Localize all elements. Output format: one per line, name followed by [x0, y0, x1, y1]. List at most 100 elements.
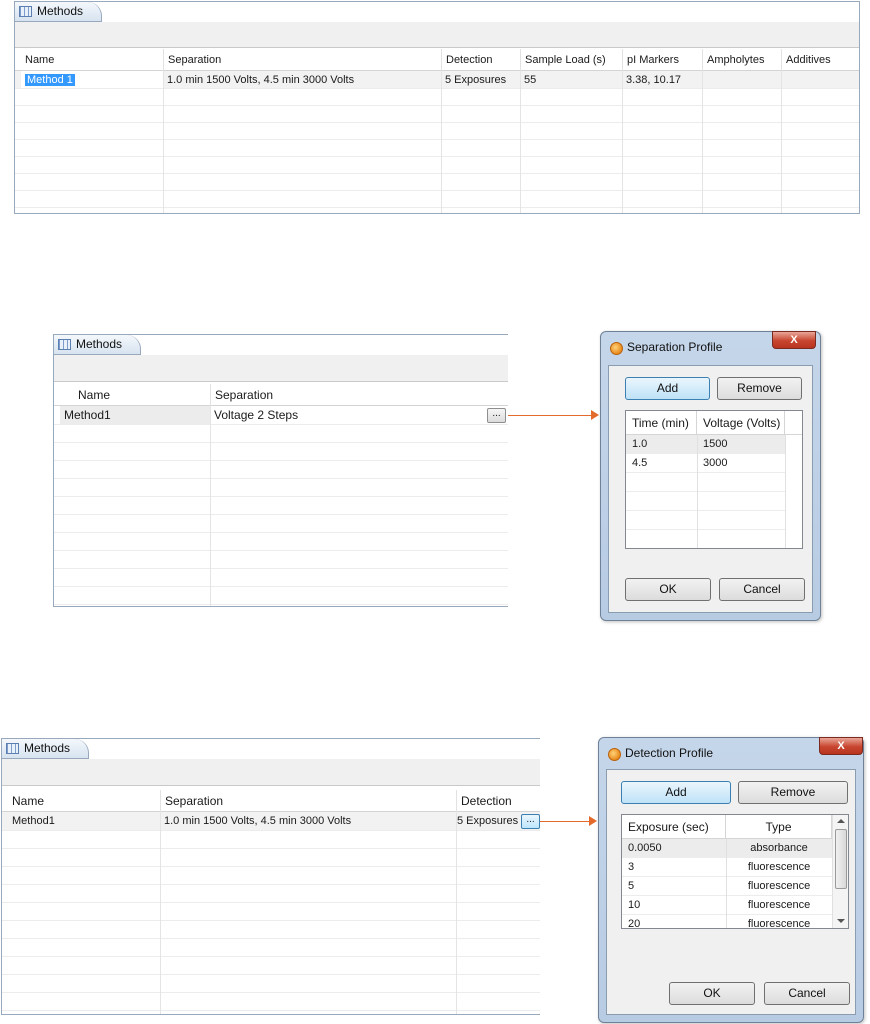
cell-exposure[interactable]: 20 [622, 915, 640, 928]
column-header-voltage[interactable]: Voltage (Volts) [697, 411, 785, 435]
methods-tab[interactable]: Methods [54, 335, 142, 355]
cell-sample-load[interactable]: 55 [520, 71, 622, 88]
table-row[interactable]: 20 fluorescence [622, 915, 832, 928]
remove-button[interactable]: Remove [738, 781, 848, 804]
cell-name[interactable]: Method1 [8, 812, 160, 830]
methods-tab-label: Methods [24, 741, 71, 755]
remove-button[interactable]: Remove [717, 377, 802, 400]
methods-tab-label: Methods [37, 4, 84, 18]
ellipsis-button[interactable]: ... [521, 814, 540, 829]
column-divider [163, 71, 164, 213]
column-header-exposure[interactable]: Exposure (sec) [622, 815, 726, 839]
scroll-up-icon[interactable] [837, 819, 845, 823]
dialog-title: Detection Profile [625, 746, 714, 760]
column-divider [702, 71, 703, 213]
cell-type[interactable]: fluorescence [726, 896, 832, 915]
cell-name[interactable]: Method1 [60, 406, 210, 424]
table-row[interactable]: 3 fluorescence [622, 858, 832, 877]
cell-time[interactable]: 4.5 [626, 454, 647, 473]
column-divider [781, 71, 782, 213]
methods-tab[interactable]: Methods [15, 2, 103, 22]
column-divider [697, 435, 698, 548]
cell-detection[interactable]: 5 Exposures [441, 71, 520, 88]
table-row[interactable]: 4.5 3000 [626, 454, 785, 473]
dialog-body: Add Remove Time (min) Voltage (Volts) 1.… [608, 365, 813, 613]
cell-voltage[interactable]: 3000 [697, 454, 727, 473]
cell-exposure[interactable]: 10 [622, 896, 640, 915]
detection-profile-dialog: Detection Profile X Add Remove Exposure … [598, 737, 864, 1023]
cell-additives[interactable] [781, 71, 859, 88]
column-header-additives[interactable]: Additives [781, 49, 859, 71]
column-header-separation[interactable]: Separation [210, 384, 508, 406]
table-row[interactable]: 0.0050 absorbance [622, 839, 832, 858]
grid-icon [58, 339, 71, 350]
empty-row [2, 849, 540, 867]
ok-button[interactable]: OK [625, 578, 711, 601]
column-header-name[interactable]: Name [21, 49, 163, 71]
cell-pi-markers[interactable]: 3.38, 10.17 [622, 71, 702, 88]
table-row[interactable]: 10 fluorescence [622, 896, 832, 915]
arrow-icon [540, 821, 590, 822]
table-row[interactable]: Method 1 1.0 min 1500 Volts, 4.5 min 300… [15, 71, 859, 89]
column-header-pi-markers[interactable]: pI Markers [622, 49, 702, 71]
empty-row [54, 479, 508, 497]
column-header-time[interactable]: Time (min) [626, 411, 697, 435]
empty-row [2, 921, 540, 939]
empty-row [15, 106, 859, 123]
table-header: Time (min) Voltage (Volts) [626, 411, 802, 435]
scroll-down-icon[interactable] [837, 919, 845, 923]
column-header-separation[interactable]: Separation [163, 49, 441, 71]
column-header-name[interactable]: Name [8, 790, 160, 812]
methods-tab[interactable]: Methods [2, 739, 90, 759]
name-edit-field[interactable]: Method 1 [25, 73, 75, 86]
cell-name[interactable]: Method 1 [21, 71, 163, 88]
ok-button[interactable]: OK [669, 982, 755, 1005]
column-header-name[interactable]: Name [60, 384, 210, 406]
cell-separation[interactable]: Voltage 2 Steps [210, 406, 508, 424]
ellipsis-button[interactable]: ... [487, 408, 506, 423]
table-scrollbar[interactable] [832, 815, 848, 928]
cell-exposure[interactable]: 0.0050 [622, 839, 662, 858]
cancel-button[interactable]: Cancel [719, 578, 805, 601]
empty-row [2, 993, 540, 1011]
column-header-type[interactable]: Type [726, 815, 832, 839]
empty-row [2, 903, 540, 921]
column-header-separation[interactable]: Separation [160, 790, 456, 812]
column-header-detection[interactable]: Detection [441, 49, 520, 71]
scrollbar-thumb[interactable] [835, 829, 847, 889]
cell-time[interactable]: 1.0 [626, 435, 647, 454]
cell-separation[interactable]: 1.0 min 1500 Volts, 4.5 min 3000 Volts [160, 812, 456, 830]
add-button[interactable]: Add [625, 377, 710, 400]
cell-type[interactable]: absorbance [726, 839, 832, 858]
empty-row [15, 89, 859, 106]
app-icon [608, 748, 621, 761]
empty-row [15, 140, 859, 157]
column-header-detection[interactable]: Detection [456, 790, 540, 812]
column-header-ampholytes[interactable]: Ampholytes [702, 49, 781, 71]
close-icon[interactable]: X [772, 331, 816, 349]
cell-separation[interactable]: 1.0 min 1500 Volts, 4.5 min 3000 Volts [163, 71, 441, 88]
table-row[interactable]: 5 fluorescence [622, 877, 832, 896]
cell-type[interactable]: fluorescence [726, 858, 832, 877]
empty-row [2, 975, 540, 993]
column-header-sample-load[interactable]: Sample Load (s) [520, 49, 622, 71]
table-row[interactable]: Method1 1.0 min 1500 Volts, 4.5 min 3000… [2, 812, 540, 831]
dialog-title: Separation Profile [627, 340, 723, 354]
table-row[interactable]: Method1 Voltage 2 Steps ... [54, 406, 508, 425]
close-icon[interactable]: X [819, 737, 863, 755]
separation-steps-table: Time (min) Voltage (Volts) 1.0 1500 4.5 … [625, 410, 803, 549]
empty-row [2, 957, 540, 975]
table-row[interactable]: 1.0 1500 [626, 435, 785, 454]
cell-type[interactable]: fluorescence [726, 877, 832, 896]
cell-ampholytes[interactable] [702, 71, 781, 88]
cell-voltage[interactable]: 1500 [697, 435, 727, 454]
empty-row [15, 174, 859, 191]
arrow-icon [508, 415, 592, 416]
cell-type[interactable]: fluorescence [726, 915, 832, 928]
cell-exposure[interactable]: 5 [622, 877, 634, 896]
empty-row [54, 443, 508, 461]
cancel-button[interactable]: Cancel [764, 982, 850, 1005]
cell-exposure[interactable]: 3 [622, 858, 634, 877]
empty-row [54, 569, 508, 587]
add-button[interactable]: Add [621, 781, 731, 804]
